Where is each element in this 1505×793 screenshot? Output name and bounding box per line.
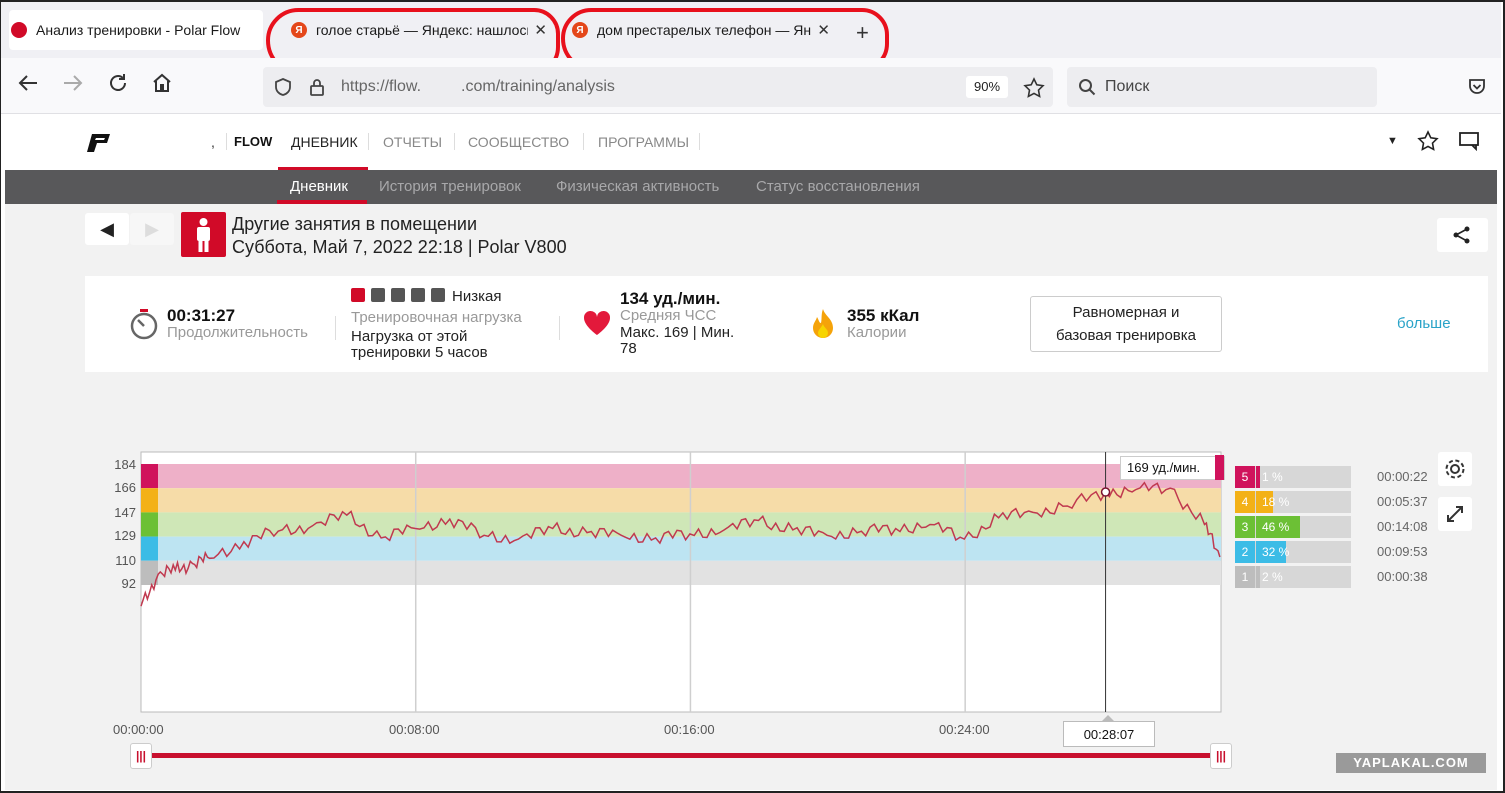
chart-settings-button[interactable]	[1438, 452, 1472, 486]
zone-bar	[1256, 466, 1260, 488]
y-tick-label: 184	[114, 457, 136, 472]
zone-band	[141, 536, 1221, 561]
x-tick-label: 00:08:00	[389, 722, 440, 737]
zone-row-2[interactable]: 2 32 %	[1235, 541, 1351, 563]
cursor-point	[1100, 487, 1111, 497]
zone-band	[141, 560, 1221, 585]
hr-chart: 184 166 147 129 110 92 00:00:00 00:08:00…	[0, 0, 1505, 793]
zone-percent: 46 %	[1262, 520, 1290, 534]
zone-percent: 18 %	[1262, 495, 1290, 509]
y-tick-label: 110	[115, 553, 136, 568]
zone-row-3[interactable]: 3 46 %	[1235, 516, 1351, 538]
zone-bar	[1256, 566, 1260, 588]
zone-band	[141, 488, 1221, 513]
x-tick-label: 00:00:00	[113, 722, 164, 737]
zone-percent: 2 %	[1262, 570, 1283, 584]
zone-band-marker	[141, 488, 158, 513]
zone-number: 2	[1235, 541, 1255, 563]
time-cursor-pointer	[1102, 715, 1114, 721]
y-tick-label: 129	[114, 528, 136, 543]
zone-time: 00:00:22	[1377, 469, 1428, 484]
fullscreen-button[interactable]	[1438, 497, 1472, 531]
y-tick-label: 92	[121, 576, 136, 591]
y-tick-label: 147	[114, 505, 136, 520]
tooltip-zone-marker	[1215, 455, 1224, 480]
hr-chart-svg	[140, 451, 1222, 713]
x-tick-label: 00:24:00	[939, 722, 990, 737]
zone-number: 5	[1235, 466, 1255, 488]
zone-band-marker	[141, 536, 158, 561]
zone-percent: 32 %	[1262, 545, 1290, 559]
zone-row-5[interactable]: 5 1 %	[1235, 466, 1351, 488]
watermark: YAPLAKAL.COM	[1336, 753, 1486, 773]
zone-row-1[interactable]: 1 2 %	[1235, 566, 1351, 588]
zone-time: 00:05:37	[1377, 494, 1428, 509]
zone-time: 00:09:53	[1377, 544, 1428, 559]
zone-number: 3	[1235, 516, 1255, 538]
gear-icon	[1445, 459, 1465, 479]
cursor-time-label: 00:28:07	[1063, 721, 1155, 747]
zone-band	[141, 464, 1221, 489]
range-slider-track[interactable]	[150, 753, 1215, 758]
zone-time: 00:14:08	[1377, 519, 1428, 534]
x-tick-label: 00:16:00	[664, 722, 715, 737]
zone-row-4[interactable]: 4 18 %	[1235, 491, 1351, 513]
zone-band-marker	[141, 512, 158, 537]
zone-number: 1	[1235, 566, 1255, 588]
y-tick-label: 166	[114, 480, 136, 495]
range-slider-end-handle[interactable]: |||	[1210, 743, 1232, 769]
hr-tooltip: 169 уд./мин.	[1120, 456, 1225, 480]
zone-number: 4	[1235, 491, 1255, 513]
zone-band-marker	[141, 464, 158, 489]
range-slider-start-handle[interactable]: |||	[130, 743, 152, 769]
zone-time: 00:00:38	[1377, 569, 1428, 584]
expand-icon	[1447, 506, 1463, 522]
zone-percent: 1 %	[1262, 470, 1283, 484]
